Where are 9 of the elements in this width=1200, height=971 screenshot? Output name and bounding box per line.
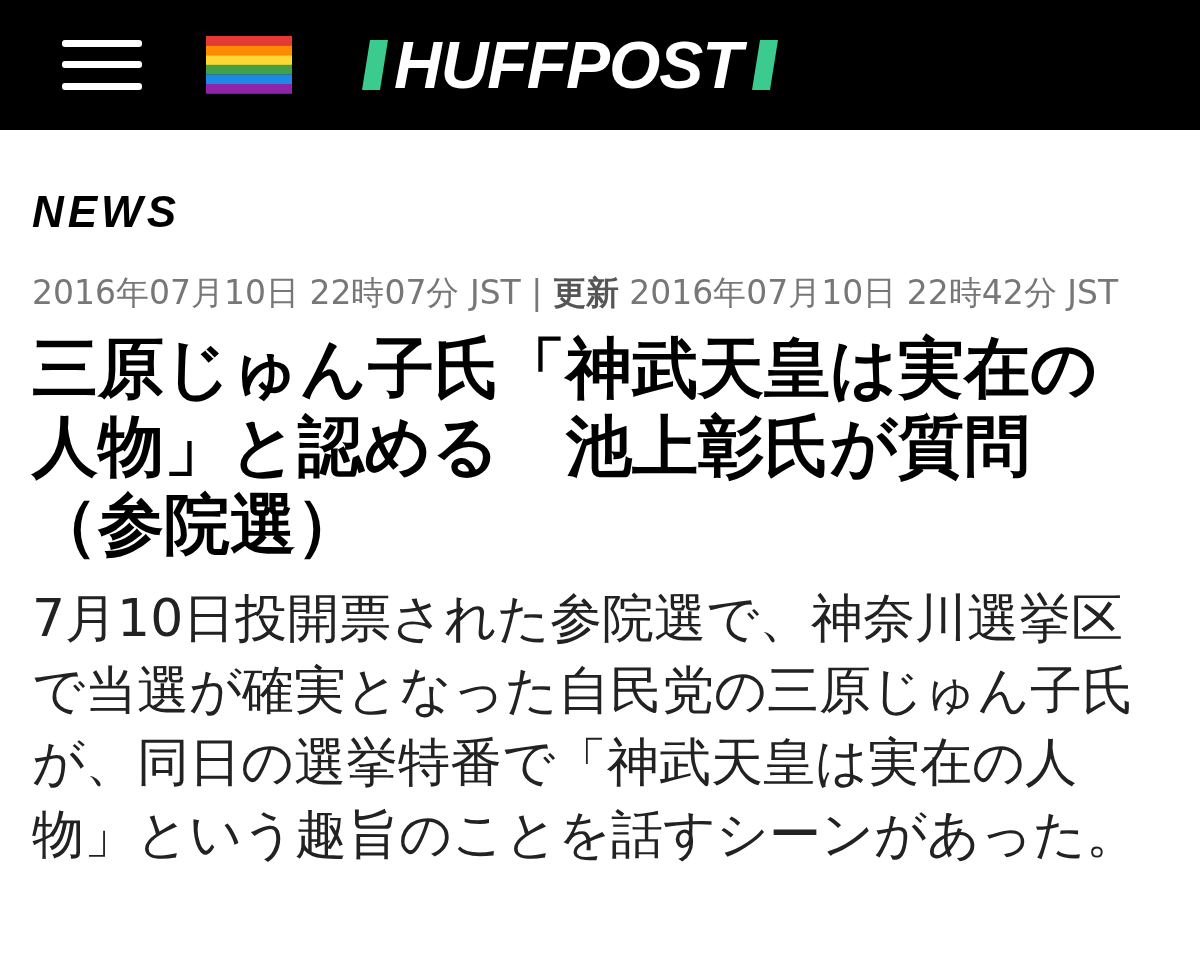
logo-bar-icon — [362, 40, 388, 90]
site-logo[interactable]: HUFFPOST — [392, 23, 748, 107]
article-lead: 7月10日投開票された参院選で、神奈川選挙区で当選が確実となった自民党の三原じゅん子氏が、同日の選挙特番で「神武天皇は実在の人物」という趣旨のことを話すシーンがあった。 — [32, 587, 1139, 866]
menu-icon[interactable] — [62, 38, 142, 92]
rainbow-flag-icon — [206, 36, 292, 94]
logo-bar-icon — [751, 40, 778, 90]
section-label[interactable]: NEWS — [32, 190, 1168, 234]
article-headline: 三原じゅん子氏「神武天皇は実在の人物」と認める 池上彰氏が質問（参院選） — [32, 330, 1099, 564]
article-dateline: 2016年07月10日 22時07分 JST | 更新 2016年07月10日 22時42分 JST — [32, 272, 1120, 314]
